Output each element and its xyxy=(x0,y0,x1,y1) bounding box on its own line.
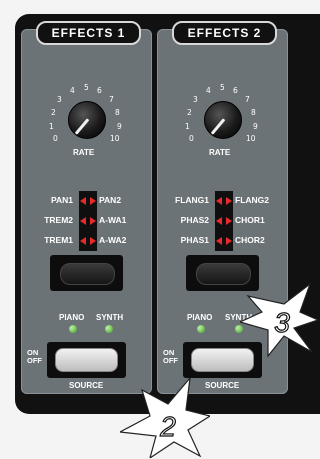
scale-9: 9 xyxy=(117,122,122,131)
right-led-arrow-icon xyxy=(226,197,232,205)
effects1-type-selector: PAN1 PAN2 TREM2 A-WA1 TREM1 A-WA2 xyxy=(29,191,147,251)
scale-5: 5 xyxy=(84,83,89,92)
effects2-source-label: SOURCE xyxy=(205,381,240,390)
effects1-piano-label: PIANO xyxy=(59,313,85,322)
effects1-row-3: TREM1 A-WA2 xyxy=(29,231,147,251)
effects2-rate-section: 0 1 2 3 4 5 6 7 8 9 10 RATE xyxy=(177,74,267,174)
knob-pointer xyxy=(74,118,90,135)
effects1-rate-section: 0 1 2 3 4 5 6 7 8 9 10 RATE xyxy=(41,74,131,174)
effects1-rate-label: RATE xyxy=(73,148,95,157)
effect-label-right: FLANG2 xyxy=(235,195,269,205)
effect-label-left: FLANG1 xyxy=(175,195,209,205)
effect-label-left: PAN1 xyxy=(50,195,73,205)
led-pair xyxy=(215,191,233,211)
scale-0: 0 xyxy=(53,134,58,143)
left-led-arrow-icon xyxy=(216,197,222,205)
callout-2-burst: 2 xyxy=(120,378,210,458)
scale-1: 1 xyxy=(49,122,54,131)
scale-0: 0 xyxy=(189,134,194,143)
scale-9: 9 xyxy=(253,122,258,131)
callout-3-burst: 3 xyxy=(240,282,320,358)
scale-10: 10 xyxy=(110,134,120,143)
effects2-piano-led xyxy=(197,325,205,333)
scale-2: 2 xyxy=(187,108,192,117)
effects1-title: EFFECTS 1 xyxy=(36,21,141,45)
scale-10: 10 xyxy=(246,134,256,143)
right-led-arrow-icon xyxy=(90,217,96,225)
left-led-arrow-icon xyxy=(216,217,222,225)
effects1-rate-knob[interactable] xyxy=(68,101,106,139)
scale-7: 7 xyxy=(245,95,250,104)
scale-3: 3 xyxy=(193,95,198,104)
effects1-synth-led xyxy=(105,325,113,333)
scale-3: 3 xyxy=(57,95,62,104)
scale-4: 4 xyxy=(206,86,211,95)
effects2-title: EFFECTS 2 xyxy=(172,21,277,45)
knob-pointer xyxy=(210,118,226,135)
left-led-arrow-icon xyxy=(216,237,222,245)
callout-2-number: 2 xyxy=(159,411,176,442)
left-led-arrow-icon xyxy=(80,197,86,205)
left-led-arrow-icon xyxy=(80,217,86,225)
left-led-arrow-icon xyxy=(80,237,86,245)
effects1-source-label: SOURCE xyxy=(69,381,104,390)
effects2-row-2: PHAS2 CHOR1 xyxy=(165,211,283,231)
effects1-piano-led xyxy=(69,325,77,333)
led-pair xyxy=(215,231,233,251)
right-led-arrow-icon xyxy=(90,197,96,205)
scale-8: 8 xyxy=(251,108,256,117)
scale-4: 4 xyxy=(70,86,75,95)
led-pair xyxy=(79,191,97,211)
scale-5: 5 xyxy=(220,83,225,92)
right-led-arrow-icon xyxy=(90,237,96,245)
effect-label-left: TREM1 xyxy=(44,235,73,245)
scale-2: 2 xyxy=(51,108,56,117)
led-pair xyxy=(79,211,97,231)
callout-3-number: 3 xyxy=(274,307,290,338)
effect-label-right: CHOR2 xyxy=(235,235,265,245)
effect-label-right: A-WA2 xyxy=(99,235,127,245)
scale-1: 1 xyxy=(185,122,190,131)
effect-label-left: PHAS1 xyxy=(180,235,209,245)
effect-label-right: PAN2 xyxy=(99,195,122,205)
led-pair xyxy=(79,231,97,251)
effect-label-left: TREM2 xyxy=(44,215,73,225)
scale-6: 6 xyxy=(97,86,102,95)
right-led-arrow-icon xyxy=(226,237,232,245)
effect-label-left: PHAS2 xyxy=(180,215,209,225)
effects2-row-1: FLANG1 FLANG2 xyxy=(165,191,283,211)
effects1-select-button[interactable] xyxy=(50,255,123,291)
effects2-row-3: PHAS1 CHOR2 xyxy=(165,231,283,251)
effects2-rate-label: RATE xyxy=(209,148,231,157)
effects2-type-selector: FLANG1 FLANG2 PHAS2 CHOR1 PHAS1 CHOR2 xyxy=(165,191,283,251)
effects2-rate-knob[interactable] xyxy=(204,101,242,139)
effect-label-right: A-WA1 xyxy=(99,215,127,225)
right-led-arrow-icon xyxy=(226,217,232,225)
effects2-onoff-label: ON OFF xyxy=(163,348,178,365)
effects1-synth-label: SYNTH xyxy=(96,313,124,322)
scale-8: 8 xyxy=(115,108,120,117)
effects1-onoff-label: ON OFF xyxy=(27,348,42,365)
effects2-piano-label: PIANO xyxy=(187,313,213,322)
effects1-source-button[interactable] xyxy=(47,342,126,378)
effect-label-right: CHOR1 xyxy=(235,215,265,225)
scale-6: 6 xyxy=(233,86,238,95)
effects1-row-1: PAN1 PAN2 xyxy=(29,191,147,211)
scale-7: 7 xyxy=(109,95,114,104)
effects1-row-2: TREM2 A-WA1 xyxy=(29,211,147,231)
effects1-panel: EFFECTS 1 0 1 2 3 4 5 6 7 8 9 10 RATE PA… xyxy=(21,21,152,394)
led-pair xyxy=(215,211,233,231)
